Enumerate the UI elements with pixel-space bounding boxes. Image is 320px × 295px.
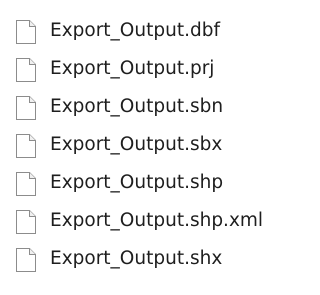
file-name: Export_Output.shp.xml <box>50 210 264 231</box>
file-item-shx[interactable]: Export_Output.shx <box>0 239 289 277</box>
file-name: Export_Output.sbn <box>50 96 224 117</box>
file-name: Export_Output.prj <box>50 58 215 79</box>
blank-file-icon <box>15 57 37 83</box>
file-name: Export_Output.shp <box>50 172 224 193</box>
file-name: Export_Output.sbx <box>50 134 223 155</box>
blank-file-icon <box>15 247 37 273</box>
file-item-sbx[interactable]: Export_Output.sbx <box>0 125 289 163</box>
file-list: Export_Output.dbf Export_Output.prj Expo… <box>0 0 289 295</box>
blank-file-icon <box>15 209 37 235</box>
blank-file-icon <box>15 133 37 159</box>
blank-file-icon <box>15 95 37 121</box>
file-name: Export_Output.dbf <box>50 20 220 41</box>
file-item-sbn[interactable]: Export_Output.sbn <box>0 87 289 125</box>
blank-file-icon <box>15 19 37 45</box>
blank-file-icon <box>15 171 37 197</box>
file-item-prj[interactable]: Export_Output.prj <box>0 49 289 87</box>
file-item-shp[interactable]: Export_Output.shp <box>0 163 289 201</box>
file-item-shp-xml[interactable]: Export_Output.shp.xml <box>0 201 289 239</box>
file-name: Export_Output.shx <box>50 248 223 269</box>
file-item-dbf[interactable]: Export_Output.dbf <box>0 11 289 49</box>
